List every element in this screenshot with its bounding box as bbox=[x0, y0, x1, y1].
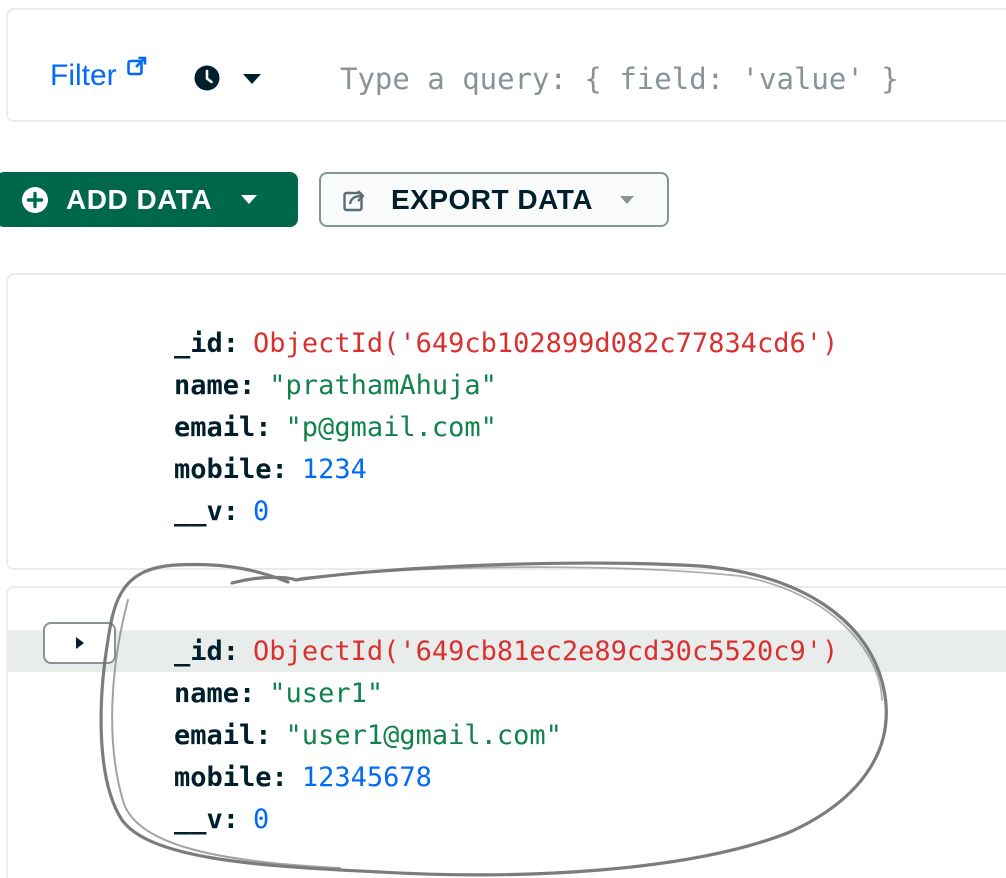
document-field-id: _id: ObjectId('649cb81ec2e89cd30c5520c9') bbox=[8, 630, 1006, 672]
external-link-icon[interactable] bbox=[127, 56, 147, 76]
plus-circle-icon bbox=[22, 186, 48, 213]
field-key: mobile bbox=[174, 761, 272, 793]
field-colon: : bbox=[255, 719, 272, 751]
field-key: __v bbox=[174, 495, 223, 527]
field-value: 0 bbox=[253, 495, 270, 527]
field-colon: : bbox=[239, 369, 256, 401]
field-key: name bbox=[174, 677, 240, 709]
document-field-mobile: mobile:1234 bbox=[8, 448, 1006, 490]
expand-document-button[interactable] bbox=[43, 622, 116, 664]
document-field-mobile: mobile:12345678 bbox=[8, 756, 1006, 798]
document-field-email: email: "user1@gmail.com" bbox=[8, 714, 1006, 756]
field-value: ObjectId('649cb102899d082c77834cd6') bbox=[253, 327, 839, 359]
field-colon: : bbox=[222, 635, 240, 667]
add-data-button[interactable]: ADD DATA bbox=[0, 172, 298, 227]
field-value: 1234 bbox=[301, 453, 367, 485]
document-field-name: name: "user1" bbox=[8, 672, 1006, 714]
field-colon: : bbox=[271, 761, 288, 793]
field-value: "user1" bbox=[269, 677, 384, 709]
field-key: _id bbox=[174, 635, 223, 667]
field-colon: : bbox=[222, 803, 240, 835]
field-key: _id bbox=[174, 327, 223, 359]
field-key: mobile bbox=[174, 453, 272, 485]
field-value: 0 bbox=[253, 803, 270, 835]
field-value: "user1@gmail.com" bbox=[285, 719, 562, 751]
field-colon: : bbox=[222, 327, 240, 359]
field-colon: : bbox=[239, 677, 256, 709]
field-value: "p@gmail.com" bbox=[285, 411, 497, 443]
field-colon: : bbox=[271, 453, 288, 485]
filter-bar: Filter bbox=[6, 8, 1006, 122]
chevron-down-icon bbox=[241, 195, 258, 204]
document-field-version: __v:0 bbox=[8, 490, 1006, 532]
field-value: 12345678 bbox=[301, 761, 432, 793]
clock-icon[interactable] bbox=[194, 65, 220, 91]
chevron-down-icon[interactable] bbox=[242, 73, 262, 85]
filter-link[interactable]: Filter bbox=[50, 59, 117, 93]
export-data-label: EXPORT DATA bbox=[391, 183, 594, 215]
export-data-button[interactable]: EXPORT DATA bbox=[319, 172, 669, 227]
document-card[interactable]: _id: ObjectId('649cb81ec2e89cd30c5520c9')… bbox=[6, 586, 1006, 878]
add-data-label: ADD DATA bbox=[66, 183, 213, 215]
field-value: "prathamAhuja" bbox=[269, 369, 497, 401]
documents-view: Filter ADD DATA EXPORT DATA bbox=[0, 0, 1006, 878]
field-colon: : bbox=[255, 411, 272, 443]
document-field-id: _id: ObjectId('649cb102899d082c77834cd6') bbox=[8, 322, 1006, 364]
field-key: email bbox=[174, 719, 256, 751]
document-field-name: name: "prathamAhuja" bbox=[8, 364, 1006, 406]
caret-right-icon bbox=[75, 637, 84, 649]
document-field-version: __v:0 bbox=[8, 798, 1006, 840]
export-icon bbox=[343, 189, 365, 211]
document-card[interactable]: _id: ObjectId('649cb102899d082c77834cd6')… bbox=[6, 273, 1006, 570]
query-input[interactable] bbox=[326, 54, 1006, 104]
field-key: name bbox=[174, 369, 240, 401]
field-value: ObjectId('649cb81ec2e89cd30c5520c9') bbox=[253, 635, 839, 667]
document-field-email: email: "p@gmail.com" bbox=[8, 406, 1006, 448]
field-key: email bbox=[174, 411, 256, 443]
field-key: __v bbox=[174, 803, 223, 835]
chevron-down-icon bbox=[620, 195, 635, 204]
field-colon: : bbox=[222, 495, 240, 527]
